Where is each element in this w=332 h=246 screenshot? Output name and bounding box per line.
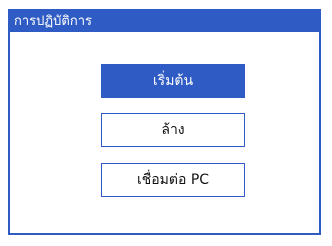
start-button[interactable]: เริ่มต้น: [101, 64, 245, 98]
connect-pc-button[interactable]: เชื่อมต่อ PC: [101, 163, 245, 197]
clear-button[interactable]: ล้าง: [101, 113, 245, 147]
operations-dialog: การปฏิบัติการ เริ่มต้น ล้าง เชื่อมต่อ PC: [8, 9, 321, 235]
dialog-title: การปฏิบัติการ: [10, 11, 319, 32]
